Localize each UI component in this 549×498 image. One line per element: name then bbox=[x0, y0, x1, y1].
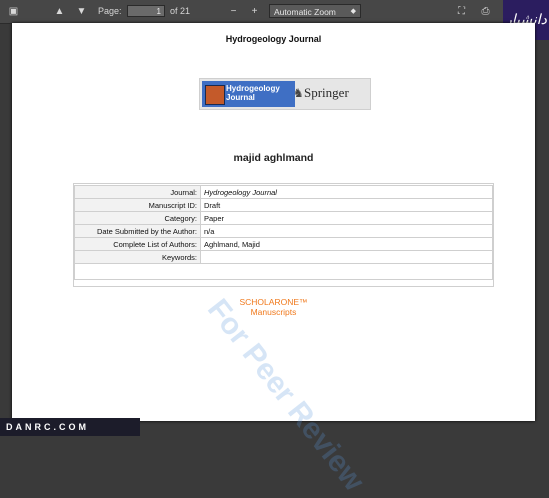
pdf-page: Hydrogeology Journal Hydrogeology Journa… bbox=[12, 23, 535, 497]
field-label: Date Submitted by the Author: bbox=[74, 224, 201, 238]
table-row: Category: Paper bbox=[74, 211, 493, 225]
banner-publisher: Springer bbox=[304, 85, 349, 100]
field-value: Paper bbox=[200, 211, 493, 225]
metadata-table: Journal: Hydrogeology Journal Manuscript… bbox=[74, 185, 493, 280]
table-row: Journal: Hydrogeology Journal bbox=[74, 185, 493, 199]
author-name: majid aghlmand bbox=[233, 152, 314, 164]
field-value: n/a bbox=[200, 224, 493, 238]
journal-banner-box: Hydrogeology Journal bbox=[202, 81, 295, 107]
field-value: Hydrogeology Journal bbox=[200, 185, 493, 199]
field-label: Complete List of Authors: bbox=[74, 237, 201, 251]
table-row: Date Submitted by the Author: n/a bbox=[74, 224, 493, 238]
field-label: Journal: bbox=[74, 185, 201, 199]
table-row: Keywords: bbox=[74, 250, 493, 264]
empty-cell bbox=[74, 263, 493, 280]
fullscreen-icon[interactable]: ⛶ bbox=[454, 4, 469, 19]
table-row: Manuscript ID: Draft bbox=[74, 198, 493, 212]
footer-watermark-logo: DANRC.COM bbox=[0, 418, 140, 436]
scholarone-logo: SCHOLARONE™ Manuscripts bbox=[12, 297, 535, 317]
sidebar-toggle-icon[interactable]: ▣ bbox=[6, 4, 21, 19]
journal-emblem-icon bbox=[205, 85, 225, 105]
field-label: Category: bbox=[74, 211, 201, 225]
zoom-in-button[interactable]: + bbox=[247, 4, 262, 19]
journal-banner: Hydrogeology Journal ♞ Springer bbox=[199, 78, 371, 110]
field-label: Manuscript ID: bbox=[74, 198, 201, 212]
chevron-down-icon: ◆ bbox=[350, 8, 356, 15]
print-icon[interactable]: ⎙ bbox=[478, 4, 493, 19]
zoom-out-button[interactable]: − bbox=[226, 4, 241, 19]
zoom-select-value: Automatic Zoom bbox=[274, 7, 336, 17]
banner-journal-name: Hydrogeology Journal bbox=[226, 84, 280, 102]
peer-review-watermark: For Peer Review bbox=[200, 293, 371, 498]
page-number-input[interactable]: 1 bbox=[127, 5, 165, 17]
journal-title: Hydrogeology Journal bbox=[225, 34, 322, 44]
zoom-select[interactable]: Automatic Zoom ◆ bbox=[269, 4, 361, 18]
table-row bbox=[74, 263, 493, 280]
pdf-toolbar: ▣ ▲ ▼ Page: 1 of 21 − + Automatic Zoom ◆… bbox=[0, 0, 549, 24]
field-value: Draft bbox=[200, 198, 493, 212]
previous-page-icon[interactable]: ▲ bbox=[52, 4, 67, 19]
springer-horse-icon: ♞ bbox=[293, 86, 304, 100]
table-row: Complete List of Authors: Aghlmand, Maji… bbox=[74, 237, 493, 251]
next-page-icon[interactable]: ▼ bbox=[74, 4, 89, 19]
page-total: of 21 bbox=[170, 6, 191, 16]
field-value: Aghlmand, Majid bbox=[200, 237, 493, 251]
scholarone-brand: SCHOLARONE™ bbox=[239, 297, 308, 307]
scholarone-subtitle: Manuscripts bbox=[250, 307, 297, 317]
page-label: Page: bbox=[98, 6, 122, 16]
field-value bbox=[200, 250, 493, 264]
field-label: Keywords: bbox=[74, 250, 201, 264]
